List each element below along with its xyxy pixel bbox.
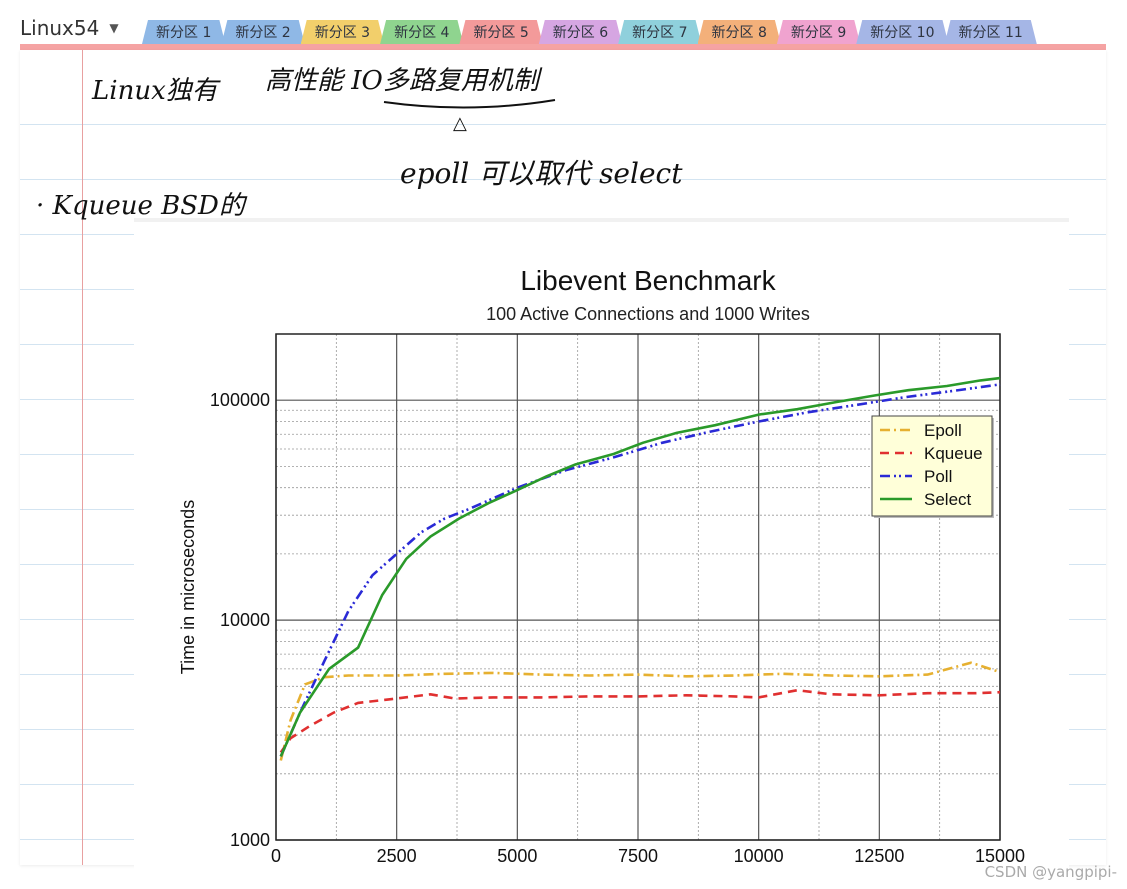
tab-section-11[interactable]: 新分区 11: [945, 20, 1037, 44]
x-tick-label: 5000: [497, 846, 537, 866]
legend-label-epoll: Epoll: [924, 421, 962, 440]
y-tick-label: 100000: [210, 390, 270, 410]
x-tick-label: 12500: [854, 846, 904, 866]
tab-section-10[interactable]: 新分区 10: [856, 20, 948, 44]
series-line-kqueue: [279, 688, 1001, 754]
y-axis-label: Time in microseconds: [178, 500, 198, 674]
notebook-selector[interactable]: Linux54 ▼: [20, 14, 119, 42]
x-tick-label: 0: [271, 846, 281, 866]
tab-section-4[interactable]: 新分区 4: [380, 20, 463, 44]
page-margin-line: [82, 50, 83, 865]
chevron-down-icon[interactable]: ▼: [109, 21, 118, 35]
tab-section-7[interactable]: 新分区 7: [618, 20, 701, 44]
chart-title: Libevent Benchmark: [520, 265, 776, 296]
embedded-chart-image[interactable]: Libevent Benchmark 100 Active Connections…: [134, 218, 1069, 872]
section-tabs: 新分区 1 新分区 2 新分区 3 新分区 4 新分区 5 新分区 6 新分区 7 新分区 8…: [142, 20, 1033, 45]
tab-section-2[interactable]: 新分区 2: [221, 20, 304, 44]
x-tick-label: 2500: [377, 846, 417, 866]
legend-label-kqueue: Kqueue: [924, 444, 983, 463]
y-tick-label: 10000: [220, 610, 270, 630]
legend-label-select: Select: [924, 490, 972, 509]
series-line-epoll: [279, 661, 1001, 761]
handwritten-note-kqueue: · Kqueue BSD的: [36, 191, 245, 221]
legend-label-poll: Poll: [924, 467, 952, 486]
tab-section-6[interactable]: 新分区 6: [539, 20, 622, 44]
handwritten-underline: [383, 99, 556, 109]
y-tick-label: 1000: [230, 830, 270, 850]
tab-section-8[interactable]: 新分区 8: [698, 20, 781, 44]
x-tick-label: 7500: [618, 846, 658, 866]
handwritten-note-linux-only: Linux独有: [92, 76, 218, 106]
handwritten-note-epoll: epoll 可以取代 select: [400, 157, 683, 190]
notebook-title: Linux54: [20, 16, 100, 40]
tab-section-5[interactable]: 新分区 5: [459, 20, 542, 44]
handwritten-arrow: △: [453, 113, 467, 134]
tab-section-1[interactable]: 新分区 1: [142, 20, 225, 44]
watermark: CSDN @yangpipi-: [984, 863, 1117, 881]
benchmark-chart: Libevent Benchmark 100 Active Connections…: [178, 265, 1025, 866]
tab-section-9[interactable]: 新分区 9: [777, 20, 860, 44]
x-tick-label: 10000: [734, 846, 784, 866]
tab-section-3[interactable]: 新分区 3: [301, 20, 384, 44]
chart-subtitle: 100 Active Connections and 1000 Writes: [486, 304, 810, 324]
